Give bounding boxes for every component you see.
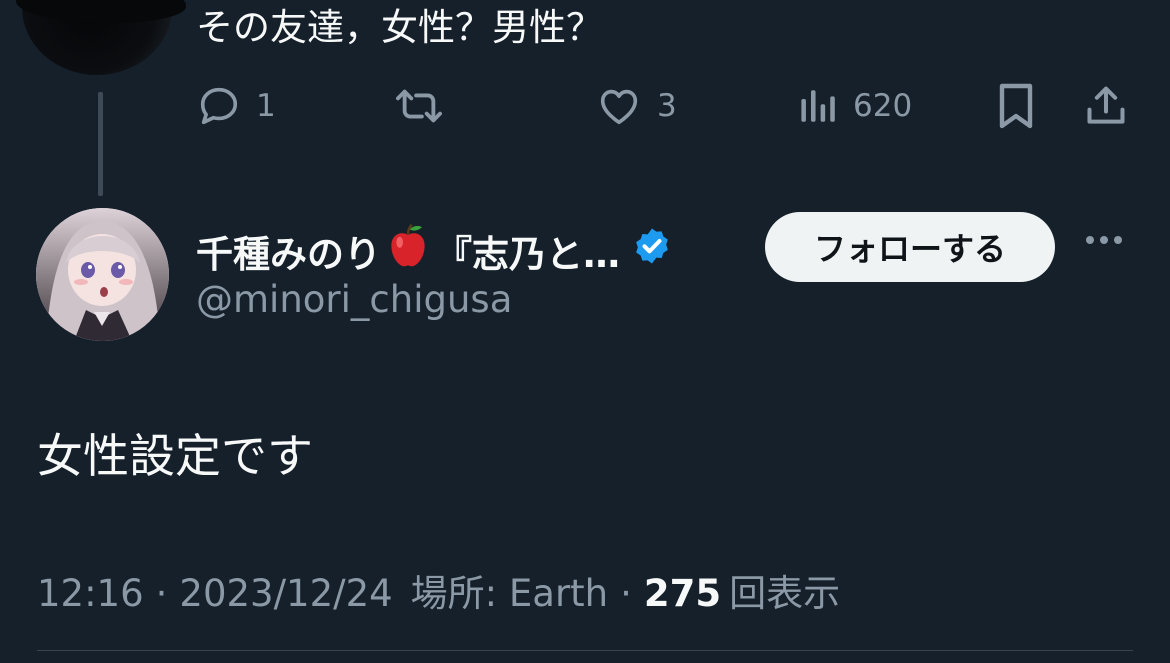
thread-connector-line (98, 92, 103, 196)
like-button[interactable]: 3 (595, 80, 677, 132)
reply-tweet-text: 女性設定です (37, 429, 313, 483)
meta-separator: · (155, 572, 168, 615)
redaction-scribble (16, 0, 186, 23)
more-options-icon[interactable] (1086, 236, 1122, 244)
author-handle[interactable]: @minori_chigusa (196, 278, 512, 321)
parent-avatar[interactable] (16, 0, 186, 75)
like-count: 3 (657, 88, 677, 124)
share-icon (1084, 83, 1128, 129)
bookmark-button[interactable] (996, 80, 1036, 132)
reply-icon (196, 83, 242, 129)
bookmark-icon (996, 82, 1036, 130)
author-display-name[interactable]: 千種みのり 『志乃と… (196, 222, 672, 279)
author-name-text: 千種みのり (196, 232, 381, 276)
author-name-suffix: 『志乃と… (435, 232, 620, 276)
reply-count: 1 (256, 88, 276, 124)
tweet-views-count: 275 (643, 572, 722, 615)
follow-button[interactable]: フォローする (765, 212, 1055, 282)
reply-button[interactable]: 1 (196, 80, 276, 132)
share-button[interactable] (1084, 80, 1128, 132)
meta-separator: · (620, 572, 632, 615)
tweet-views-label: 回表示 (729, 572, 841, 615)
author-avatar[interactable] (36, 208, 169, 341)
tweet-thread-view: その友達，女性？男性？ 1 3 620 千種みのり 『志乃と… @minori_… (0, 0, 1170, 663)
retweet-icon (392, 83, 446, 129)
apple-icon (385, 222, 431, 279)
retweet-button[interactable] (392, 80, 446, 132)
views-count: 620 (853, 88, 913, 124)
parent-tweet-text: その友達，女性？男性？ (196, 6, 603, 49)
heart-icon (595, 83, 643, 129)
verified-badge-icon (632, 226, 672, 275)
tweet-date[interactable]: 2023/12/24 (179, 572, 392, 615)
tweet-time[interactable]: 12:16 (37, 572, 144, 615)
bar-chart-icon (797, 83, 839, 129)
tweet-metadata: 12:16 · 2023/12/24 場所: Earth · 275 回表示 (37, 563, 840, 617)
divider (37, 650, 1133, 651)
tweet-location: 場所: Earth (410, 572, 609, 615)
views-button[interactable]: 620 (797, 80, 912, 132)
